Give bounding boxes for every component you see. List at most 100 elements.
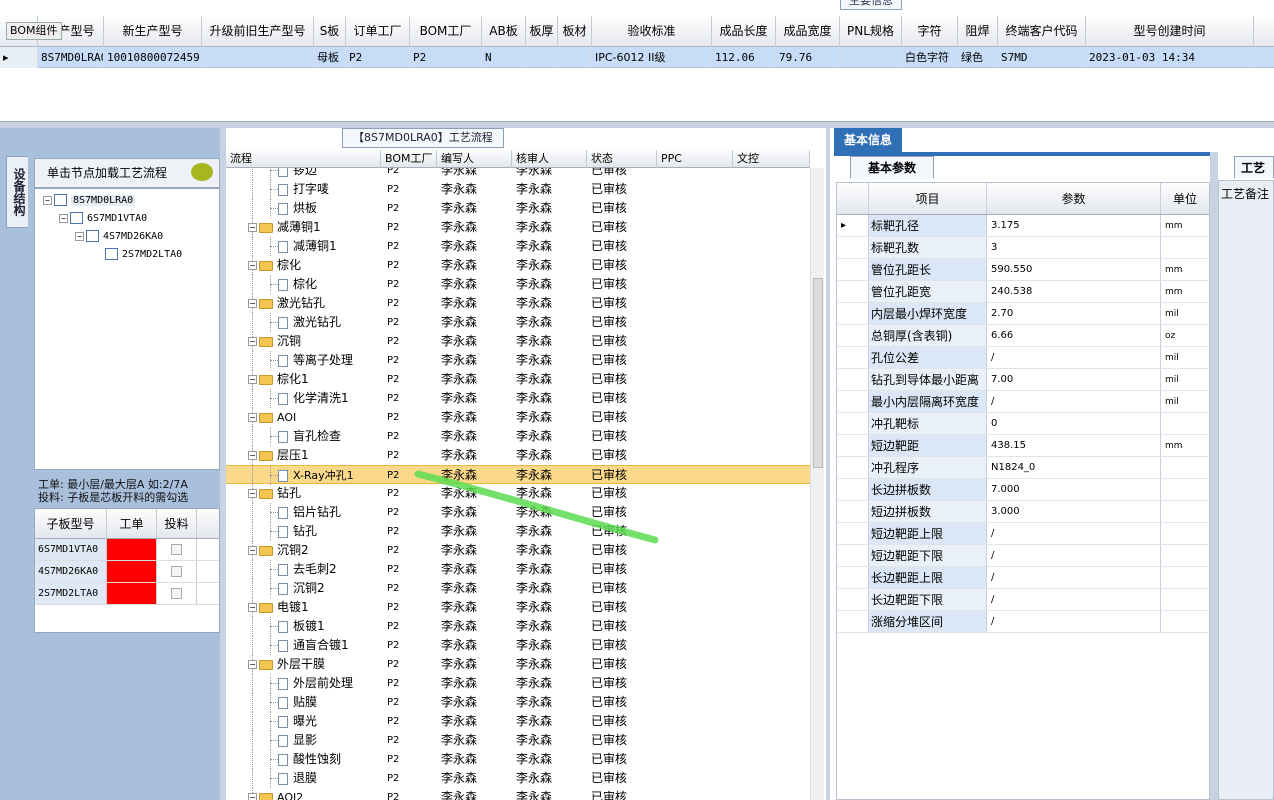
process-node[interactable]: − 棕化1 [248, 370, 309, 389]
process-name-cell[interactable]: 钻孔 [226, 522, 381, 541]
bom-factory-cell[interactable]: P2 [381, 598, 437, 617]
status-cell[interactable]: 已审核 [587, 484, 657, 503]
writer-cell[interactable]: 李永森 [437, 731, 512, 750]
process-name-cell[interactable]: − 外层干膜 [226, 655, 381, 674]
col-header[interactable]: 投料 [157, 509, 197, 538]
bom-factory-cell[interactable]: P2 [381, 636, 437, 655]
process-row[interactable]: 盲孔检查 P2 李永森 李永森 已审核 [226, 427, 810, 446]
bom-factory-cell[interactable]: P2 [381, 199, 437, 218]
reviewer-cell[interactable]: 李永森 [512, 408, 587, 427]
process-name-cell[interactable]: − 沉铜 [226, 332, 381, 351]
process-node[interactable]: − 电镀1 [248, 598, 309, 617]
process-row[interactable]: 酸性蚀刻 P2 李永森 李永森 已审核 [226, 750, 810, 769]
process-name-cell[interactable]: 锣边 [226, 168, 381, 180]
param-value[interactable]: 7.00 [987, 369, 1161, 390]
param-row[interactable]: 长边靶距下限 / [837, 589, 1209, 611]
col-header[interactable]: 阻焊 [958, 16, 998, 47]
process-node[interactable]: 显影 [278, 731, 317, 750]
param-row[interactable]: 短边靶距下限 / [837, 545, 1209, 567]
process-node[interactable]: 烘板 [278, 199, 317, 218]
work-order-cell[interactable] [107, 561, 157, 582]
param-value[interactable]: / [987, 391, 1161, 412]
bom-component-label[interactable]: BOM组件 [6, 22, 62, 40]
feed-cell[interactable] [157, 583, 197, 604]
process-node[interactable]: 退膜 [278, 769, 317, 788]
writer-cell[interactable]: 李永森 [437, 370, 512, 389]
reviewer-cell[interactable]: 李永森 [512, 598, 587, 617]
process-row[interactable]: − 减薄铜1 P2 李永森 李永森 已审核 [226, 218, 810, 237]
process-name-cell[interactable]: − 钻孔 [226, 484, 381, 503]
process-name-cell[interactable]: 棕化 [226, 275, 381, 294]
param-value[interactable]: 3.000 [987, 501, 1161, 522]
status-cell[interactable]: 已审核 [587, 503, 657, 522]
process-row[interactable]: 棕化 P2 李永森 李永森 已审核 [226, 275, 810, 294]
bom-factory-cell[interactable]: P2 [381, 408, 437, 427]
status-cell[interactable]: 已审核 [587, 579, 657, 598]
col-header[interactable]: 字符 [902, 16, 958, 47]
process-row[interactable]: − 激光钻孔 P2 李永森 李永森 已审核 [226, 294, 810, 313]
bom-factory-cell[interactable]: P2 [381, 466, 437, 483]
process-name-cell[interactable]: − 层压1 [226, 446, 381, 465]
process-node[interactable]: − AOI2 [248, 788, 303, 800]
process-name-cell[interactable]: 去毛刺2 [226, 560, 381, 579]
process-node[interactable]: 曝光 [278, 712, 317, 731]
process-row[interactable]: − 钻孔 P2 李永森 李永森 已审核 [226, 484, 810, 503]
scrollbar-thumb[interactable] [813, 278, 823, 468]
reviewer-cell[interactable]: 李永森 [512, 180, 587, 199]
status-cell[interactable]: 已审核 [587, 522, 657, 541]
status-cell[interactable]: 已审核 [587, 466, 657, 483]
process-node[interactable]: 棕化 [278, 275, 317, 294]
process-name-cell[interactable]: 沉铜2 [226, 579, 381, 598]
process-node[interactable]: 贴膜 [278, 693, 317, 712]
param-value[interactable]: / [987, 523, 1161, 544]
reviewer-cell[interactable]: 李永森 [512, 332, 587, 351]
col-header[interactable]: PPC [657, 150, 733, 168]
cell-width[interactable]: 79.76 [776, 47, 840, 68]
bom-factory-cell[interactable]: P2 [381, 788, 437, 800]
process-name-cell[interactable]: − 棕化1 [226, 370, 381, 389]
tree-node[interactable]: − 8S7MD0LRA0 [43, 193, 136, 209]
process-row[interactable]: 化学清洗1 P2 李永森 李永森 已审核 [226, 389, 810, 408]
param-row[interactable]: 最小内层隔离环宽度 / mil [837, 391, 1209, 413]
status-cell[interactable]: 已审核 [587, 541, 657, 560]
col-header[interactable]: 验收标准 [592, 16, 712, 47]
process-row[interactable]: 激光钻孔 P2 李永森 李永森 已审核 [226, 313, 810, 332]
bom-factory-cell[interactable]: P2 [381, 180, 437, 199]
writer-cell[interactable]: 李永森 [437, 636, 512, 655]
writer-cell[interactable]: 李永森 [437, 199, 512, 218]
process-node[interactable]: X-Ray冲孔1 [278, 466, 354, 485]
process-name-cell[interactable]: 盲孔检查 [226, 427, 381, 446]
process-row[interactable]: 烘板 P2 李永森 李永森 已审核 [226, 199, 810, 218]
sub-grid-row[interactable]: 6S7MD1VTA0 [35, 539, 219, 561]
reviewer-cell[interactable]: 李永森 [512, 522, 587, 541]
process-node[interactable]: 去毛刺2 [278, 560, 337, 579]
feed-checkbox[interactable] [171, 566, 182, 577]
cell-ab-board[interactable]: N [482, 47, 526, 68]
param-row[interactable]: 总铜厚(含表铜) 6.66 oz [837, 325, 1209, 347]
process-node[interactable]: 化学清洗1 [278, 389, 349, 408]
process-node[interactable]: − 外层干膜 [248, 655, 325, 674]
sub-board-model[interactable]: 6S7MD1VTA0 [35, 539, 107, 560]
vertical-splitter[interactable] [1210, 152, 1218, 800]
bom-factory-cell[interactable]: P2 [381, 427, 437, 446]
param-value[interactable]: 590.550 [987, 259, 1161, 280]
reviewer-cell[interactable]: 李永森 [512, 389, 587, 408]
reviewer-cell[interactable]: 李永森 [512, 168, 587, 180]
collapse-icon[interactable]: − [248, 261, 257, 270]
param-value[interactable]: / [987, 545, 1161, 566]
process-node[interactable]: 沉铜2 [278, 579, 325, 598]
bom-factory-cell[interactable]: P2 [381, 484, 437, 503]
status-cell[interactable]: 已审核 [587, 408, 657, 427]
tree-node[interactable]: − 4S7MD26KA0 [75, 229, 163, 245]
process-row[interactable]: − 电镀1 P2 李永森 李永森 已审核 [226, 598, 810, 617]
process-node[interactable]: − 沉铜 [248, 332, 301, 351]
collapse-icon[interactable]: − [248, 299, 257, 308]
process-row[interactable]: 钻孔 P2 李永森 李永森 已审核 [226, 522, 810, 541]
cell-thickness[interactable] [526, 47, 558, 68]
process-node[interactable]: 盲孔检查 [278, 427, 341, 446]
process-name-cell[interactable]: 减薄铜1 [226, 237, 381, 256]
col-header[interactable]: 板厚 [526, 16, 558, 47]
bom-factory-cell[interactable]: P2 [381, 275, 437, 294]
process-name-cell[interactable]: − AOI2 [226, 788, 381, 800]
process-row[interactable]: 沉铜2 P2 李永森 李永森 已审核 [226, 579, 810, 598]
